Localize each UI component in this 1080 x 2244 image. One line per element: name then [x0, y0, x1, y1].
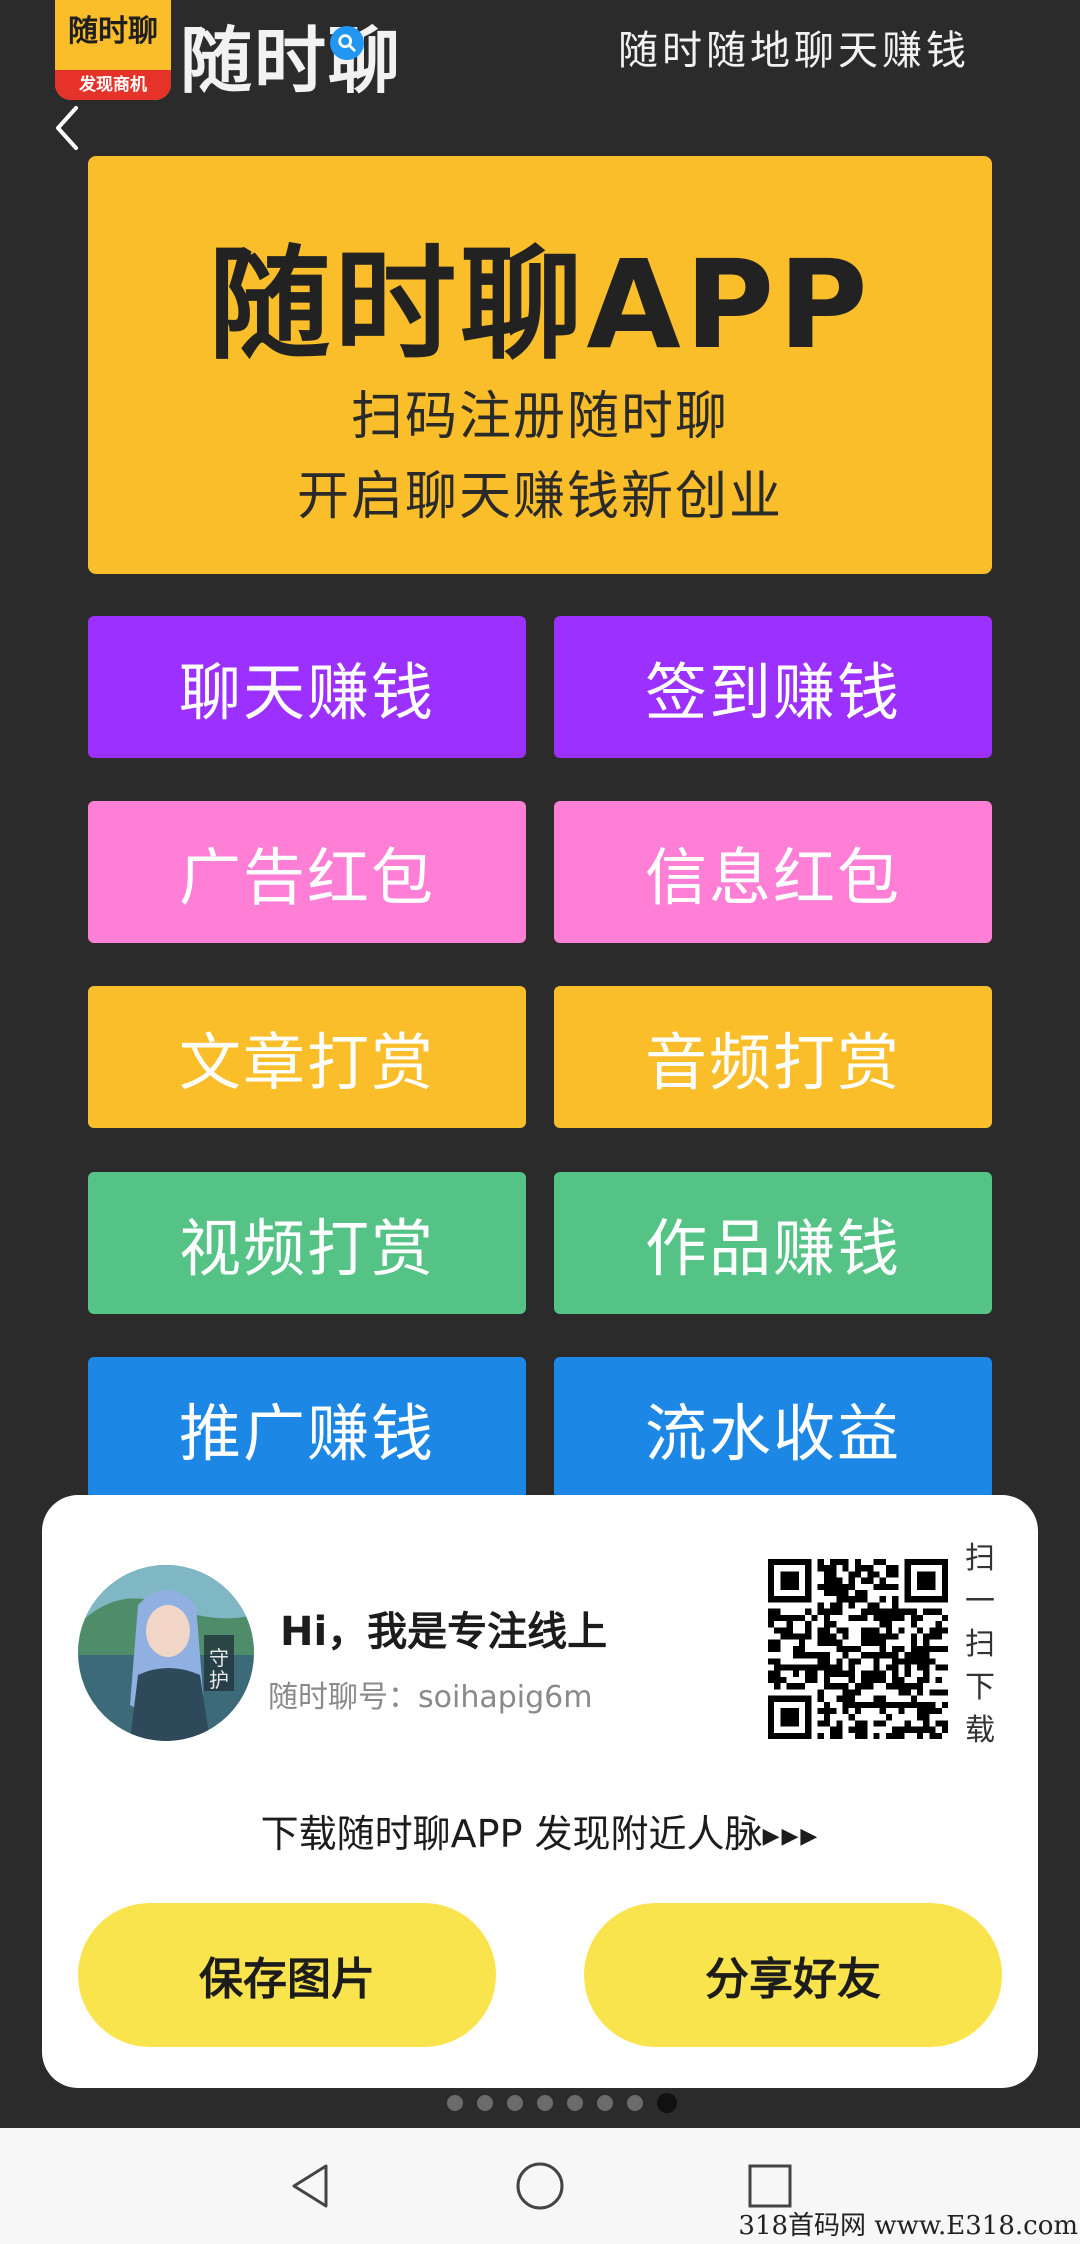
triangle-back-icon[interactable] — [282, 2158, 338, 2214]
app-logo: 随时聊 发现商机 — [55, 0, 171, 100]
page-dot — [627, 2095, 643, 2111]
logo-title: 随时聊 — [68, 14, 158, 49]
top-header: 随时聊 发现商机 随时聊 随时随地聊天赚钱 — [0, 0, 1080, 110]
page-dot — [477, 2095, 493, 2111]
chevron-left-icon[interactable] — [50, 100, 86, 156]
share-friends-button[interactable]: 分享好友 — [584, 1903, 1002, 2047]
search-icon — [330, 26, 364, 60]
user-id-value: soihapig6m — [418, 1680, 593, 1715]
user-id-row: 随时聊号：soihapig6m — [268, 1672, 592, 1716]
page-dot — [447, 2095, 463, 2111]
scan-download-label: 扫 一 扫 下 载 — [960, 1537, 1000, 1752]
promo-text: 下载随时聊APP 发现附近人脉▶▶▶ — [42, 1803, 1038, 1858]
promo-banner: 随时聊APP 扫码注册随时聊 开启聊天赚钱新创业 — [88, 156, 992, 574]
banner-title: 随时聊APP — [208, 234, 872, 376]
feature-video-tip[interactable]: 视频打赏 — [88, 1172, 526, 1314]
page-indicator — [0, 2093, 1080, 2113]
system-nav-bar: 318首码网 www.E318.com — [0, 2128, 1080, 2244]
scan-char: 扫 — [965, 1541, 995, 1576]
site-watermark: 318首码网 www.E318.com — [738, 2211, 1078, 2241]
scan-char: 下 — [965, 1670, 995, 1705]
share-card: 守 护 Hi，我是专注线上 随时聊号：soihapig6m 扫 一 扫 下 载 … — [42, 1495, 1038, 2088]
feature-info-redpacket[interactable]: 信息红包 — [554, 801, 992, 943]
page-dot — [537, 2095, 553, 2111]
avatar: 守 护 — [78, 1565, 254, 1741]
feature-works-earn[interactable]: 作品赚钱 — [554, 1172, 992, 1314]
svg-text:护: 护 — [209, 1668, 229, 1692]
svg-text:守: 守 — [209, 1646, 229, 1670]
page-dot — [567, 2095, 583, 2111]
page-dot — [507, 2095, 523, 2111]
qr-code — [768, 1559, 948, 1739]
user-id-label: 随时聊号： — [268, 1680, 418, 1715]
save-image-button[interactable]: 保存图片 — [78, 1903, 496, 2047]
feature-article-tip[interactable]: 文章打赏 — [88, 986, 526, 1128]
circle-home-icon[interactable] — [512, 2158, 568, 2214]
promo-label: 下载随时聊APP 发现附近人脉 — [260, 1812, 763, 1856]
feature-promote-earn[interactable]: 推广赚钱 — [88, 1357, 526, 1499]
scan-char: 扫 — [965, 1627, 995, 1662]
page-dot — [597, 2095, 613, 2111]
feature-ad-redpacket[interactable]: 广告红包 — [88, 801, 526, 943]
screen: 随时聊 发现商机 随时聊 随时随地聊天赚钱 随时聊APP 扫码注册随时聊 开启聊… — [0, 0, 1080, 2244]
banner-line-1: 扫码注册随时聊 — [350, 387, 729, 447]
feature-signin-earn[interactable]: 签到赚钱 — [554, 616, 992, 758]
feature-audio-tip[interactable]: 音频打赏 — [554, 986, 992, 1128]
banner-line-2: 开启聊天赚钱新创业 — [296, 467, 783, 527]
feature-flow-income[interactable]: 流水收益 — [554, 1357, 992, 1499]
scan-char: 载 — [965, 1713, 995, 1748]
page-dot-active — [657, 2093, 677, 2113]
header-slogan: 随时随地聊天赚钱 — [618, 28, 970, 74]
brand-name: 随时聊 — [180, 19, 403, 103]
arrows-icon: ▶▶▶ — [762, 1824, 820, 1849]
greeting-text: Hi，我是专注线上 — [280, 1609, 608, 1655]
scan-char: 一 — [965, 1584, 995, 1619]
feature-chat-earn[interactable]: 聊天赚钱 — [88, 616, 526, 758]
logo-subtitle: 发现商机 — [55, 70, 171, 100]
